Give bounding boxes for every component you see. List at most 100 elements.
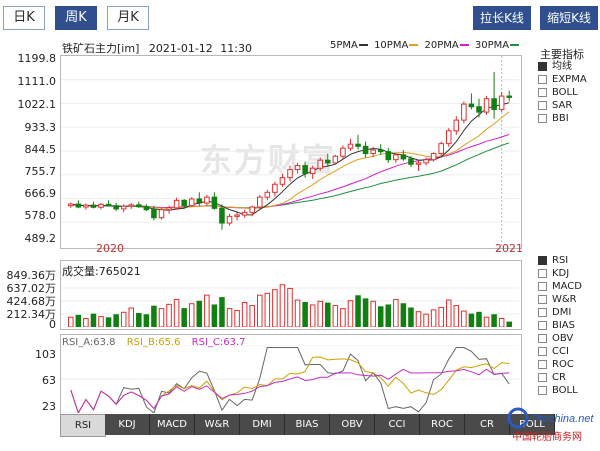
volume-bar	[317, 300, 324, 327]
sub-indicator-obv[interactable]: OBV	[538, 332, 582, 345]
volume-bar	[400, 303, 407, 327]
indicator-ma[interactable]: 均线	[538, 60, 587, 73]
candle-body	[393, 154, 399, 161]
tab-roc[interactable]: ROC	[420, 414, 465, 435]
candle-body	[241, 211, 248, 216]
indicator-sar[interactable]: SAR	[538, 99, 587, 112]
candlestick-chart	[61, 56, 519, 246]
sub-indicator-roc[interactable]: ROC	[538, 358, 582, 371]
volume-bar	[377, 306, 384, 327]
tab-wr[interactable]: W&R	[195, 414, 240, 435]
tirechina-logo: Tirechina.net 中国轮胎商务网	[498, 404, 598, 448]
sub-indicator-rsi[interactable]: RSI	[538, 254, 582, 267]
volume-bar	[385, 304, 392, 327]
candle-body	[173, 199, 180, 209]
volume-bar	[483, 316, 490, 327]
tab-kdj[interactable]: KDJ	[105, 414, 150, 435]
volume-bar	[90, 313, 97, 327]
tab-bias[interactable]: BIAS	[285, 414, 330, 435]
volume-bar	[234, 309, 240, 327]
candle-body	[113, 205, 119, 210]
candle-body	[226, 215, 233, 224]
sub-indicator-macd[interactable]: MACD	[538, 280, 582, 293]
volume-bar	[136, 313, 142, 327]
tab-rsi[interactable]: RSI	[60, 414, 106, 437]
candle-body	[136, 204, 142, 208]
candle-body	[355, 143, 361, 147]
volume-bar	[143, 314, 150, 327]
volume-bar	[249, 305, 255, 327]
candle-body	[75, 203, 82, 208]
tab-dmi[interactable]: DMI	[240, 414, 285, 435]
volume-bar	[332, 305, 339, 327]
zoom-in-button[interactable]: 拉长K线	[473, 6, 531, 30]
candle-body	[279, 177, 286, 185]
rsi-tick: 23	[42, 400, 56, 413]
rsi-c-line	[70, 368, 510, 413]
sub-indicator-dmi[interactable]: DMI	[538, 306, 582, 319]
ma20-label: 20PMA	[424, 40, 459, 51]
candle-body	[219, 207, 225, 224]
price-tick: 844.5	[24, 143, 57, 156]
candle-body	[362, 145, 369, 155]
tab-month-k[interactable]: 月K	[107, 6, 149, 30]
checkbox-icon	[538, 294, 547, 304]
volume-chart	[61, 284, 519, 327]
candle-body	[256, 196, 263, 208]
volume-bar	[430, 309, 437, 327]
tab-macd[interactable]: MACD	[150, 414, 195, 435]
candle-body	[317, 159, 324, 169]
tab-week-k[interactable]: 周K	[55, 6, 97, 30]
indicator-expma[interactable]: EXPMA	[538, 73, 587, 86]
sub-indicator-kdj[interactable]: KDJ	[538, 267, 582, 280]
sub-indicator-cci[interactable]: CCI	[538, 345, 582, 358]
branding-site: Tirechina.net	[530, 413, 594, 425]
sub-indicator-wr[interactable]: W&R	[538, 293, 582, 306]
sub-indicator-bias[interactable]: BIAS	[538, 319, 582, 332]
candle-body	[347, 143, 354, 149]
checkbox-icon	[538, 74, 547, 84]
indicator-bbi[interactable]: BBI	[538, 112, 587, 125]
price-tick: 1111.0	[17, 75, 57, 88]
volume-bar	[340, 308, 346, 327]
volume-bar	[188, 303, 195, 327]
price-tick: 1022.1	[17, 98, 57, 111]
indicator-boll[interactable]: BOLL	[538, 86, 587, 99]
candle-body	[400, 154, 407, 160]
sub-indicator-list: RSI KDJ MACD W&R DMI BIAS OBV CCI ROC CR…	[538, 254, 582, 397]
candle-body	[120, 205, 127, 210]
checkbox-icon	[538, 359, 547, 369]
volume-bar	[272, 289, 278, 327]
checkbox-icon	[538, 255, 547, 265]
candle-body	[506, 95, 512, 98]
tab-cci[interactable]: CCI	[375, 414, 420, 435]
volume-bar	[461, 310, 467, 327]
checkbox-icon	[538, 61, 547, 71]
volume-bar	[302, 302, 308, 327]
candle-body	[264, 191, 271, 198]
checkbox-icon	[538, 307, 547, 317]
candle-body	[370, 149, 376, 155]
ma-legend: 5PMA 10PMA 20PMA 30PMA	[330, 40, 522, 51]
volume-bar	[219, 297, 225, 327]
price-tick: 1199.8	[17, 52, 57, 65]
checkbox-icon	[538, 113, 547, 123]
volume-bar	[476, 311, 482, 327]
volume-bar	[445, 299, 452, 327]
sub-indicator-boll[interactable]: BOLL	[538, 384, 582, 397]
candle-body	[309, 167, 316, 175]
tab-obv[interactable]: OBV	[330, 414, 375, 435]
candle-body	[461, 103, 467, 121]
zoom-out-button[interactable]: 缩短K线	[540, 6, 598, 30]
volume-bar	[309, 304, 316, 327]
volume-bar	[294, 299, 301, 327]
rsi-tick: 103	[35, 348, 56, 361]
tab-day-k[interactable]: 日K	[3, 6, 45, 30]
volume-bar	[83, 317, 89, 327]
volume-bar	[105, 317, 112, 327]
checkbox-icon	[538, 320, 547, 330]
sub-indicator-cr[interactable]: CR	[538, 371, 582, 384]
checkbox-icon	[538, 385, 547, 395]
candle-body	[204, 196, 210, 204]
price-tick: 489.2	[24, 232, 57, 245]
